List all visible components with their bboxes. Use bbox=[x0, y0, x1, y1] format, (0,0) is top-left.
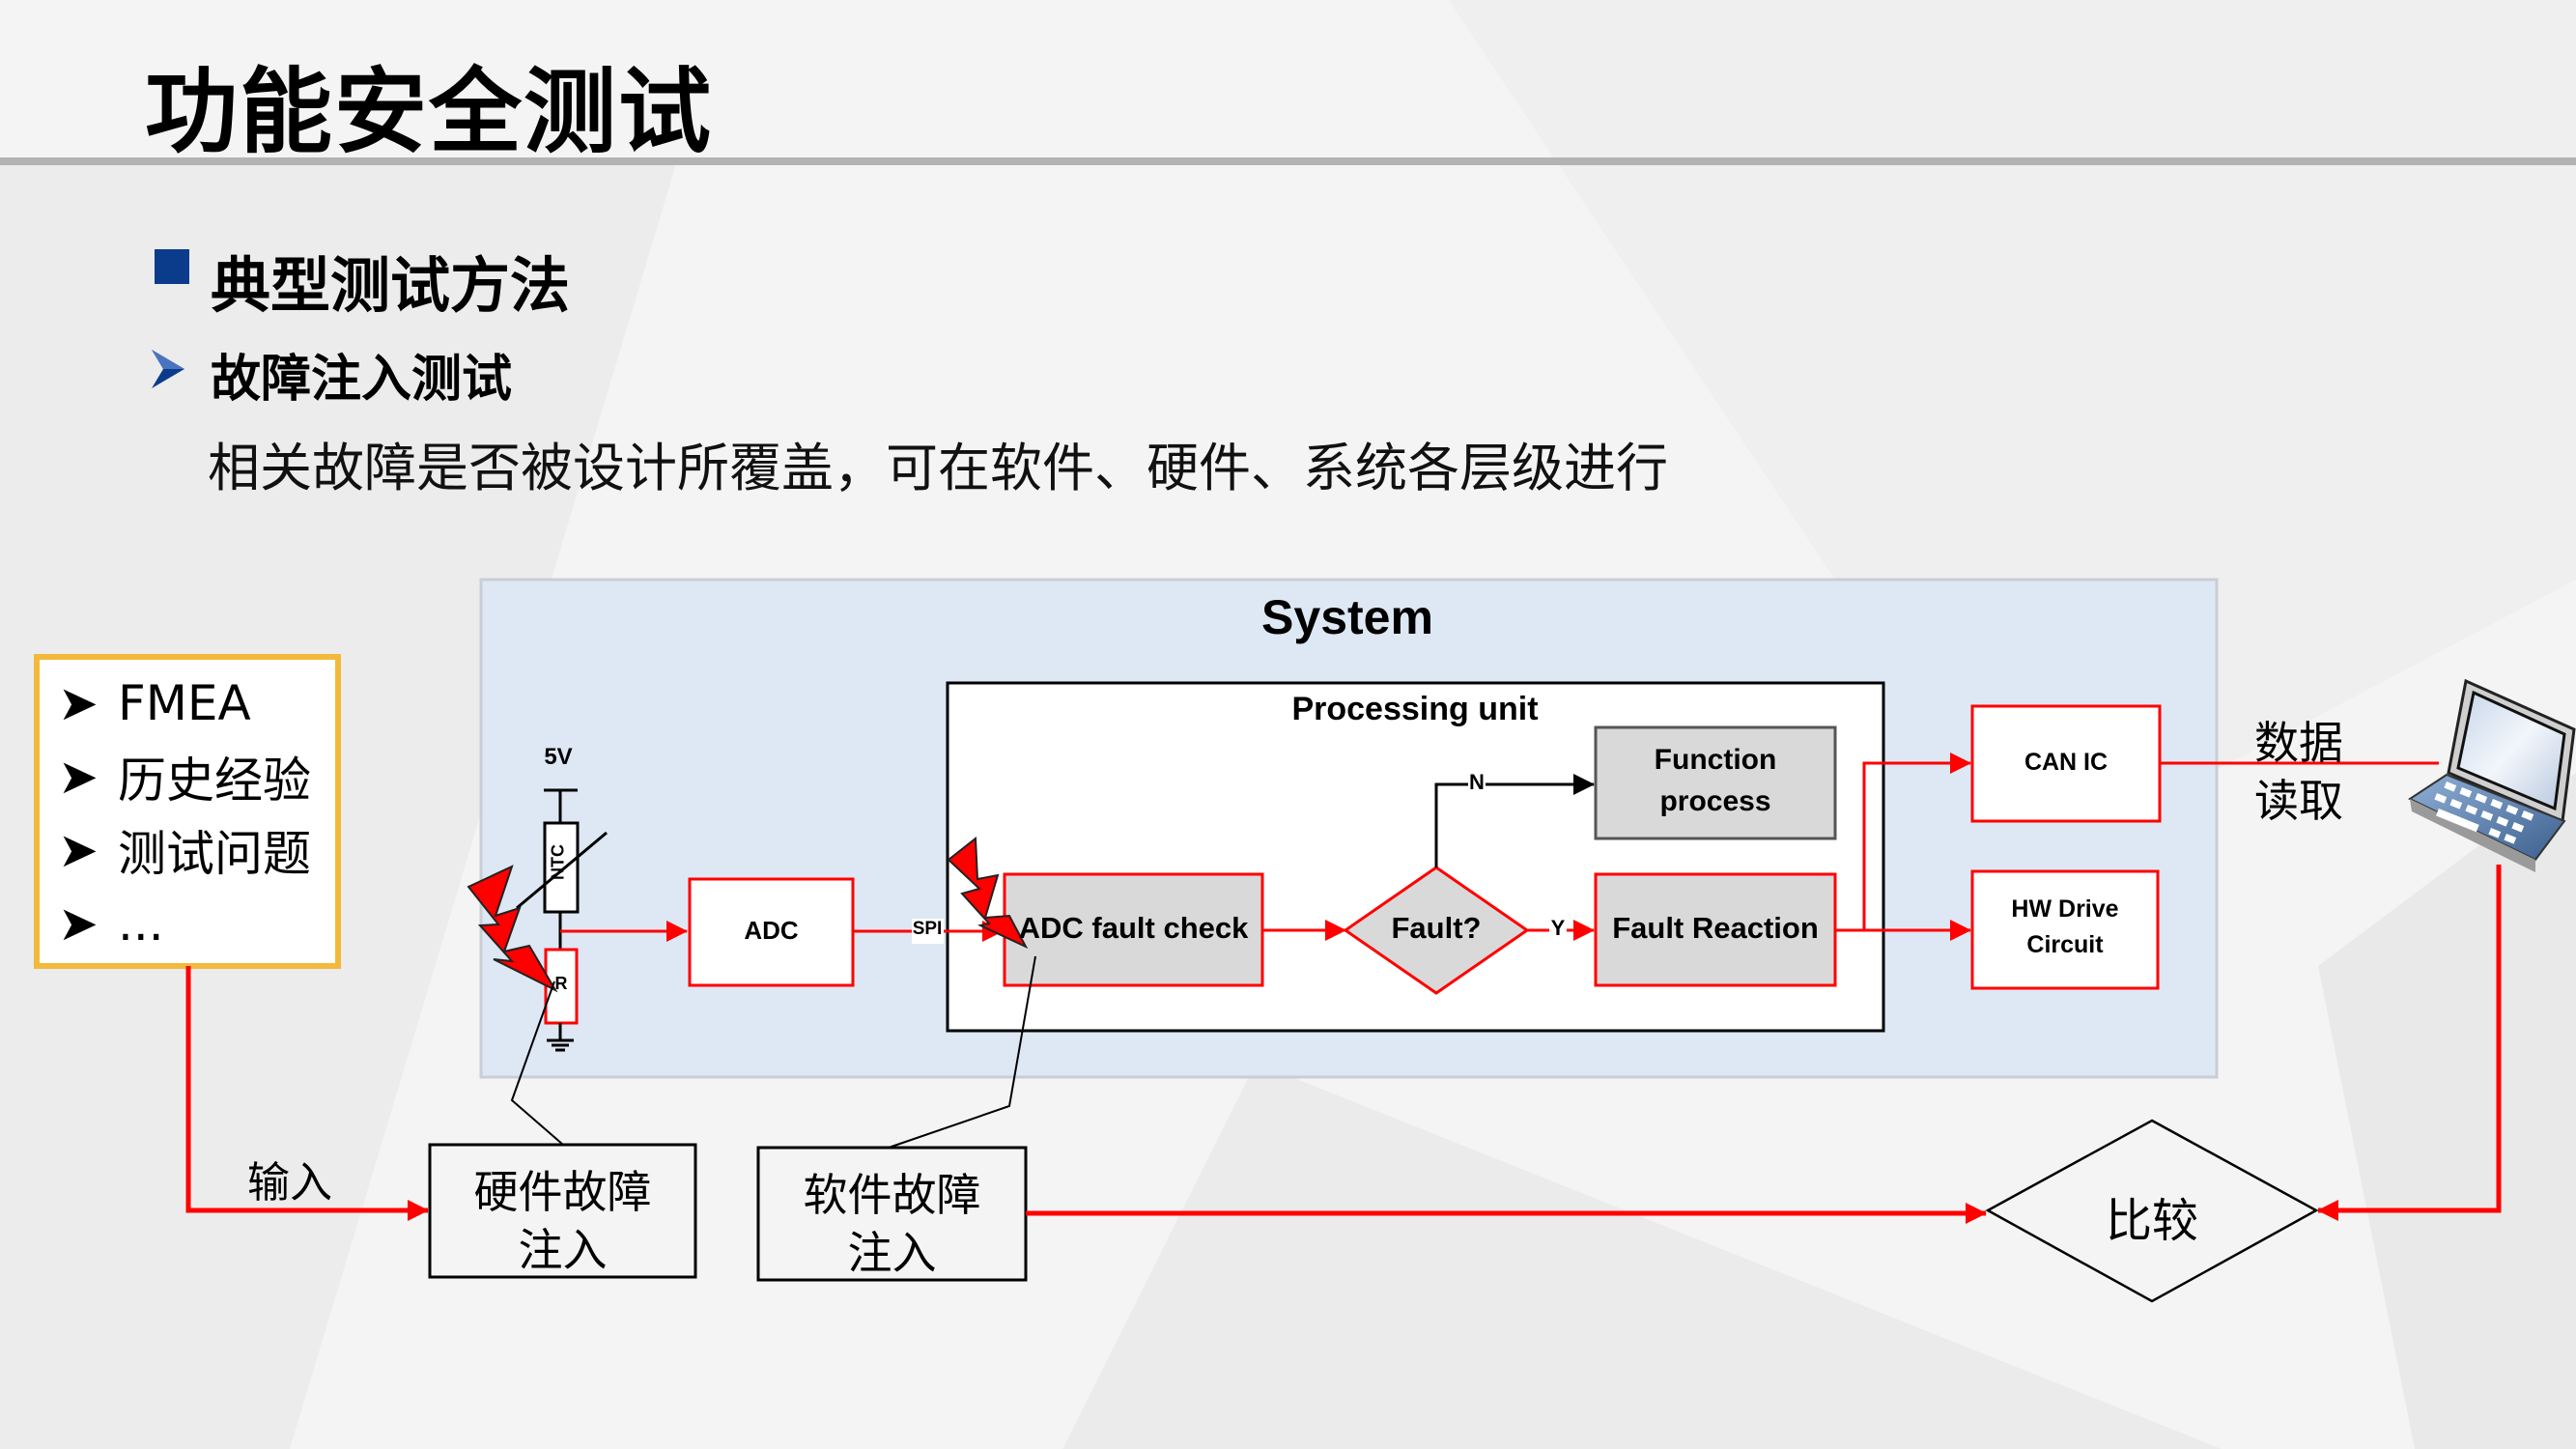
spi-label: SPI bbox=[912, 919, 943, 939]
fault-decision-label: Fault? bbox=[1391, 911, 1482, 945]
fault-reaction-label: Fault Reaction bbox=[1612, 911, 1819, 945]
can-ic-label: CAN IC bbox=[2024, 749, 2109, 776]
no-label: N bbox=[1469, 770, 1485, 794]
arrow-bullet-icon bbox=[152, 350, 184, 388]
laptop-icon bbox=[2407, 678, 2576, 872]
list-item-text: FMEA bbox=[118, 675, 251, 731]
resistor-label: R bbox=[554, 974, 568, 993]
list-item-text: 历史经验 bbox=[118, 753, 311, 809]
arrow-bullet-icon: ➤ bbox=[58, 675, 99, 731]
list-item: ➤ FMEA bbox=[58, 667, 311, 740]
yes-label: Y bbox=[1550, 916, 1566, 940]
square-bullet-icon bbox=[155, 249, 189, 284]
list-item-text: 测试问题 bbox=[118, 826, 311, 882]
data-read-label-line2: 读取 bbox=[2254, 775, 2343, 827]
arrow-bullet-icon: ➤ bbox=[58, 895, 99, 952]
adc-label: ADC bbox=[744, 916, 799, 945]
section-heading: 典型测试方法 bbox=[211, 250, 571, 321]
supply-label: 5V bbox=[544, 744, 573, 770]
input-label: 输入 bbox=[247, 1158, 332, 1208]
sw-fault-injection-line1: 软件故障 bbox=[803, 1169, 981, 1221]
laptop-to-compare-arrow bbox=[2317, 865, 2502, 1221]
hw-drive-label-line2: Circuit bbox=[2026, 931, 2104, 958]
description-text: 相关故障是否被设计所覆盖，可在软件、硬件、系统各层级进行 bbox=[208, 438, 1668, 498]
list-item: ➤ 历史经验 bbox=[58, 740, 311, 813]
list-item: ➤ 测试问题 bbox=[58, 813, 311, 887]
hw-fault-injection-line2: 注入 bbox=[518, 1224, 608, 1276]
processing-unit-label: Processing unit bbox=[1291, 691, 1539, 727]
sw-fault-injection-line2: 注入 bbox=[847, 1227, 937, 1279]
function-process-label-line2: process bbox=[1659, 785, 1771, 817]
arrow-bullet-icon: ➤ bbox=[58, 749, 99, 805]
list-item: ➤ ... bbox=[58, 887, 311, 960]
hw-drive-circuit-block bbox=[1970, 869, 2160, 990]
list-item-text: ... bbox=[118, 895, 164, 952]
hw-fault-injection-line1: 硬件故障 bbox=[473, 1166, 652, 1218]
data-read-label-line1: 数据 bbox=[2254, 717, 2343, 769]
slide-title: 功能安全测试 bbox=[145, 58, 713, 166]
compare-label: 比较 bbox=[2105, 1194, 2198, 1248]
system-label: System bbox=[1261, 590, 1433, 644]
sources-list: ➤ FMEA ➤ 历史经验 ➤ 测试问题 ➤ ... bbox=[58, 667, 311, 960]
subsection-heading: 故障注入测试 bbox=[211, 351, 513, 409]
adc-fault-check-label: ADC fault check bbox=[1018, 911, 1249, 945]
arrow-bullet-icon: ➤ bbox=[58, 822, 99, 878]
hw-drive-label-line1: HW Drive bbox=[2011, 895, 2119, 923]
function-process-label-line1: Function bbox=[1654, 744, 1777, 776]
ntc-label: NTC bbox=[548, 844, 568, 880]
title-divider bbox=[0, 157, 2576, 165]
